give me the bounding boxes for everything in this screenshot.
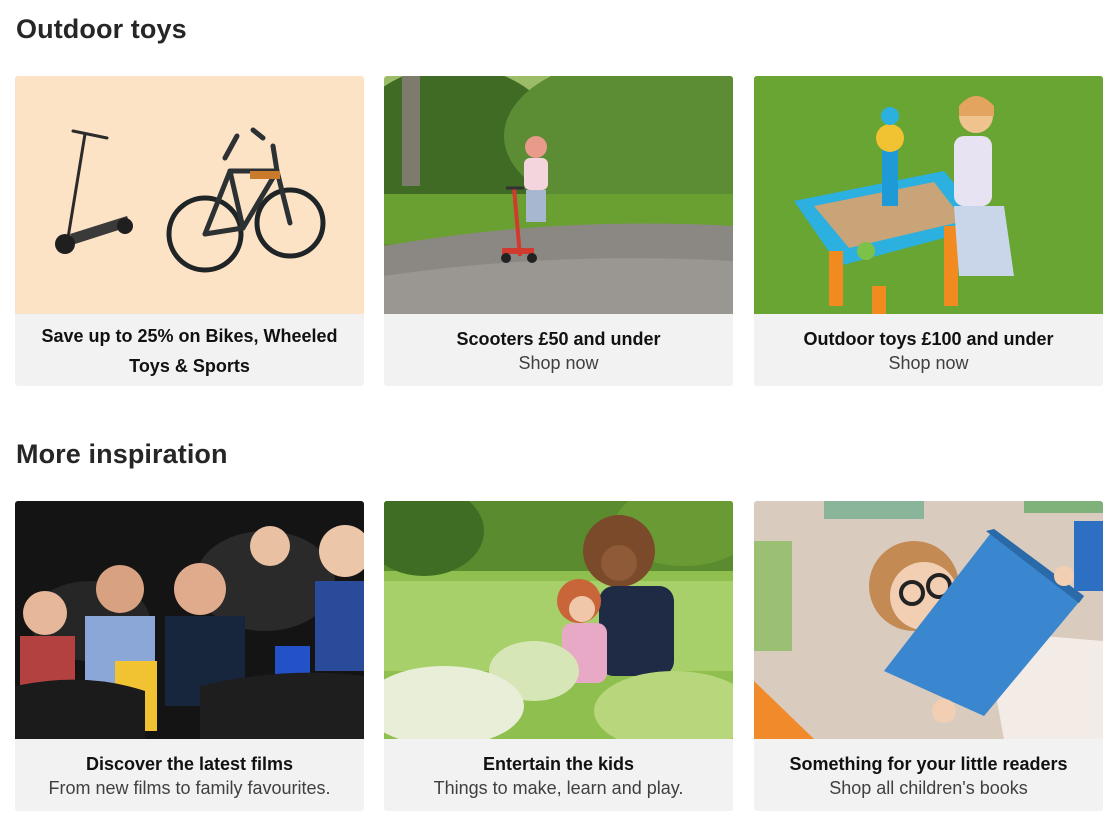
card-title: Something for your little readers	[789, 754, 1068, 774]
shop-now-link[interactable]: Shop now	[764, 351, 1093, 375]
card-subtitle: From new films to family favourites.	[48, 778, 331, 798]
card-title: Outdoor toys £100 and under	[803, 329, 1054, 349]
kids-gardening-image	[384, 501, 733, 739]
card-title: Scooters £50 and under	[456, 329, 661, 349]
card-subtitle: Things to make, learn and play.	[433, 778, 684, 798]
child-water-table-image	[754, 76, 1103, 314]
inspiration-card-little-readers[interactable]: Something for your little readers Shop a…	[754, 501, 1103, 811]
child-on-scooter-image	[384, 76, 733, 314]
promo-card-outdoor-toys[interactable]: Outdoor toys £100 and under Shop now	[754, 76, 1103, 386]
section-title-outdoor-toys: Outdoor toys	[16, 14, 187, 44]
inspiration-card-films[interactable]: Discover the latest films From new films…	[15, 501, 364, 811]
shop-now-link[interactable]: Shop now	[394, 351, 723, 375]
promo-card-scooters[interactable]: Scooters £50 and under Shop now	[384, 76, 733, 386]
shop-books-link[interactable]: Shop all children's books	[764, 776, 1093, 800]
section-title-more-inspiration: More inspiration	[16, 439, 228, 469]
card-title: Discover the latest films	[85, 754, 294, 774]
card-title: Entertain the kids	[482, 754, 635, 774]
girl-reading-book-image	[754, 501, 1103, 739]
promo-card-bikes-wheeled-toys[interactable]: Save up to 25% on Bikes, Wheeled Toys & …	[15, 76, 364, 386]
scooter-and-bike-image	[15, 76, 364, 314]
card-title: Save up to 25% on Bikes, Wheeled Toys & …	[41, 326, 338, 376]
inspiration-card-entertain-kids[interactable]: Entertain the kids Things to make, learn…	[384, 501, 733, 811]
cinema-audience-image	[15, 501, 364, 739]
